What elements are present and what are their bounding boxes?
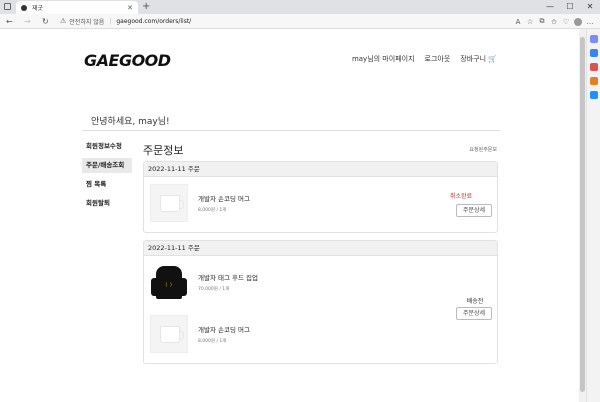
order-date: 2022-11-11 주문 <box>144 241 497 256</box>
browser-toolbar: ← → ↻ ⚠ 안전하지 않음 | gaegood.com/orders/lis… <box>0 14 600 29</box>
status-badge: 배송전 <box>466 298 484 305</box>
account-sidebar: 회원정보수정 주문/배송조회 찜 목록 회원탈퇴 <box>82 139 132 215</box>
browser-essentials-icon[interactable]: ♡ <box>560 18 572 26</box>
profile-avatar[interactable] <box>574 17 582 26</box>
shopping-icon[interactable] <box>589 63 598 71</box>
cart-label: 장바구니 <box>460 55 487 63</box>
cart-link[interactable]: 장바구니 🛒 <box>460 54 497 64</box>
favicon-icon <box>21 4 27 11</box>
sidebar-item-orders[interactable]: 주문/배송조회 <box>82 158 132 173</box>
page-scrollbar[interactable] <box>579 29 586 402</box>
favorite-star-icon[interactable]: ☆ <box>524 18 536 26</box>
edge-sidebar <box>586 29 600 402</box>
close-tab-icon[interactable]: ✕ <box>127 4 133 12</box>
product-thumbnail[interactable] <box>150 184 188 222</box>
browser-tab[interactable]: 재굿 ✕ <box>16 1 138 14</box>
favorites-icon[interactable]: ✩ <box>548 18 560 26</box>
product-price-qty: 70,000원 / 1개 <box>198 287 230 292</box>
close-window-icon[interactable]: ✕ <box>580 0 600 14</box>
product-name[interactable]: 개발자 손코딩 머그 <box>198 324 250 334</box>
page-title: 주문정보 <box>143 144 184 157</box>
order-item: 개발자 손코딩 머그 8,000원 / 1개 <box>150 315 250 353</box>
order-item: 개발자 손코딩 머그 8,000원 / 1개 <box>150 184 250 222</box>
maximize-icon[interactable]: ☐ <box>560 0 580 14</box>
menu-icon[interactable]: … <box>584 18 596 26</box>
order-card: 2022-11-11 주문 { } 개발자 태그 후드 집업 70,000원 /… <box>143 240 498 364</box>
url-text: gaegood.com/orders/list/ <box>116 17 192 25</box>
scrollbar-thumb[interactable] <box>580 37 585 392</box>
tab-title: 재굿 <box>32 5 44 12</box>
order-item: { } 개발자 태그 후드 집업 70,000원 / 1개 <box>150 263 258 301</box>
outlook-icon[interactable] <box>589 91 598 99</box>
search-icon[interactable] <box>589 49 598 57</box>
mypage-link[interactable]: may님의 마이페이지 <box>352 54 415 64</box>
tab-actions-icon[interactable] <box>4 3 11 10</box>
product-thumbnail[interactable] <box>150 315 188 353</box>
top-navigation: may님의 마이페이지 로그아웃 장바구니 🛒 <box>352 54 497 64</box>
page-content: GAEGOOD may님의 마이페이지 로그아웃 장바구니 🛒 안녕하세요, m… <box>0 29 579 402</box>
read-aloud-icon[interactable]: A <box>512 18 524 26</box>
cart-icon: 🛒 <box>488 55 497 63</box>
cancelled-orders-link[interactable]: 요청된주문보 <box>469 146 497 153</box>
hoodie-image: { } <box>151 266 187 299</box>
minimize-icon[interactable]: — <box>540 0 560 14</box>
status-badge: 취소완료 <box>449 193 473 200</box>
mug-image <box>160 195 184 212</box>
mug-image <box>160 326 184 343</box>
copilot-icon[interactable] <box>589 35 598 43</box>
new-tab-button[interactable]: + <box>142 0 150 14</box>
product-price-qty: 8,000원 / 1개 <box>198 339 227 344</box>
collections-icon[interactable]: ⧉ <box>536 17 548 26</box>
office-icon[interactable] <box>589 77 598 85</box>
sidebar-item-withdraw[interactable]: 회원탈퇴 <box>82 196 132 211</box>
sidebar-item-edit-profile[interactable]: 회원정보수정 <box>82 139 132 154</box>
greeting: 안녕하세요, may님! <box>91 117 170 127</box>
product-thumbnail[interactable]: { } <box>150 263 188 301</box>
security-warning: 안전하지 않음 <box>69 18 105 26</box>
browser-tab-strip: 재굿 ✕ + — ☐ ✕ <box>0 0 600 14</box>
product-name[interactable]: 개발자 손코딩 머그 <box>198 193 250 203</box>
product-price-qty: 8,000원 / 1개 <box>198 208 227 213</box>
address-bar[interactable]: ⚠ 안전하지 않음 | gaegood.com/orders/list/ <box>60 15 500 27</box>
order-detail-button[interactable]: 주문상세 <box>456 204 492 217</box>
order-date: 2022-11-11 주문 <box>144 162 497 177</box>
forward-icon[interactable]: → <box>24 14 31 29</box>
warning-icon: ⚠ <box>60 17 67 25</box>
product-name[interactable]: 개발자 태그 후드 집업 <box>198 272 258 282</box>
site-logo[interactable]: GAEGOOD <box>84 51 171 70</box>
back-icon[interactable]: ← <box>6 14 13 29</box>
refresh-icon[interactable]: ↻ <box>42 14 49 29</box>
logout-link[interactable]: 로그아웃 <box>425 54 451 64</box>
divider <box>82 130 500 131</box>
order-detail-button[interactable]: 주문상세 <box>456 307 492 320</box>
order-card: 2022-11-11 주문 개발자 손코딩 머그 8,000원 / 1개 취소완… <box>143 161 498 233</box>
sidebar-item-wishlist[interactable]: 찜 목록 <box>82 177 132 192</box>
address-divider: | <box>109 17 112 25</box>
